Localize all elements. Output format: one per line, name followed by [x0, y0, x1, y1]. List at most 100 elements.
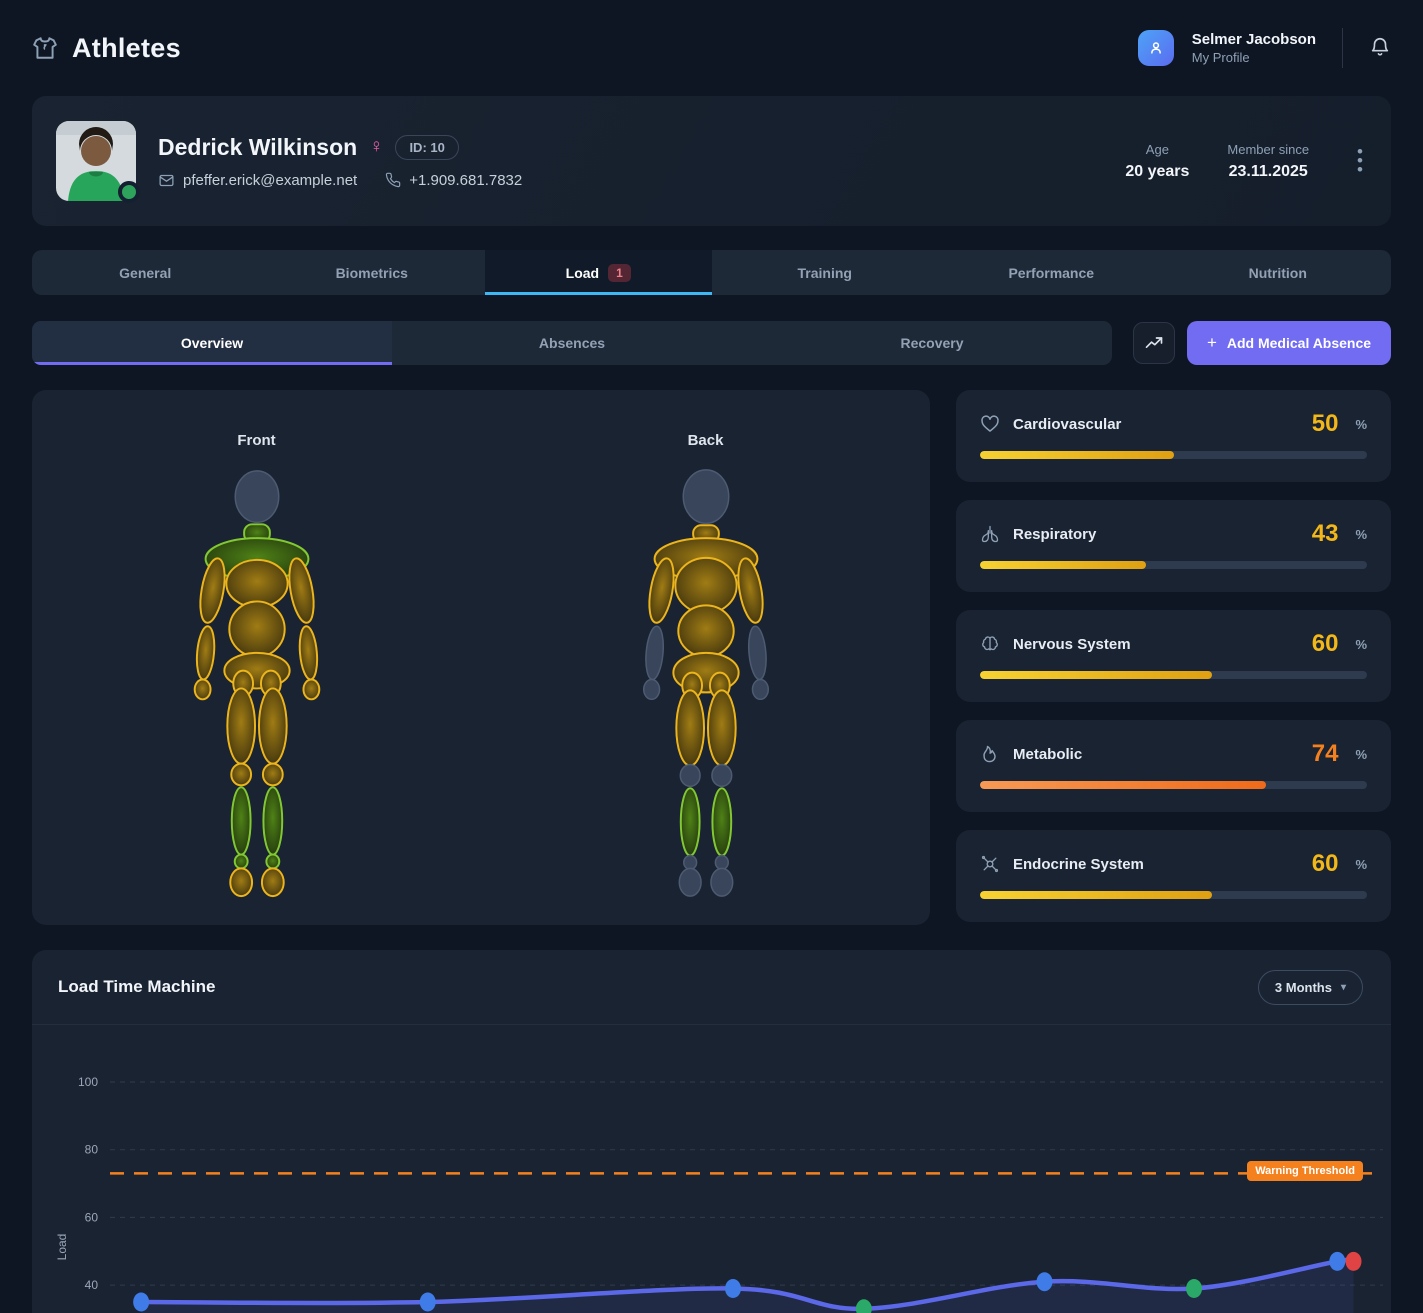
svg-text:60: 60 [85, 1210, 99, 1224]
athlete-stats: Age 20 years Member since 23.11.2025 ••• [1125, 142, 1363, 181]
add-medical-absence-button[interactable]: + Add Medical Absence [1187, 321, 1391, 365]
age-value: 20 years [1125, 163, 1189, 181]
front-torso [224, 560, 289, 696]
subtab-absences[interactable]: Absences [392, 321, 752, 365]
notifications-button[interactable] [1369, 36, 1391, 61]
athlete-photo [56, 121, 136, 201]
progress-track [980, 671, 1367, 679]
progress-track [980, 781, 1367, 789]
bell-icon [1369, 36, 1391, 58]
tab-load[interactable]: Load 1 [485, 250, 712, 295]
envelope-icon [158, 172, 175, 189]
back-head [683, 470, 728, 523]
athlete-name: Dedrick Wilkinson [158, 134, 357, 161]
athlete-info: Dedrick Wilkinson ♀ ID: 10 pfeffer.erick… [158, 134, 1103, 189]
tab-training[interactable]: Training [712, 250, 939, 295]
tab-performance[interactable]: Performance [938, 250, 1165, 295]
subtab-recovery[interactable]: Recovery [752, 321, 1112, 365]
athlete-email-text: pfeffer.erick@example.net [183, 172, 357, 189]
system-unit: % [1355, 637, 1367, 652]
system-unit: % [1355, 527, 1367, 542]
member-since-value: 23.11.2025 [1227, 163, 1309, 181]
user-box: Selmer Jacobson My Profile [1138, 28, 1391, 68]
metabolic-card: Metabolic 74 % [956, 720, 1391, 812]
athlete-email[interactable]: pfeffer.erick@example.net [158, 172, 357, 189]
system-value: 50 [1312, 410, 1339, 438]
system-value: 60 [1312, 850, 1339, 878]
page-title: Athletes [72, 33, 181, 64]
respiratory-card: Respiratory 43 % [956, 500, 1391, 592]
svg-text:40: 40 [85, 1278, 99, 1292]
jersey-icon [32, 35, 58, 61]
progress-track [980, 891, 1367, 899]
body-map-panel: Front [32, 390, 930, 925]
front-legs [227, 688, 286, 896]
load-time-machine-panel: Load Time Machine 3 Months ▾ 100 80 60 40 Lo… [32, 950, 1391, 1313]
system-label: Cardiovascular [1013, 416, 1299, 433]
flame-icon [980, 744, 1000, 764]
user-meta[interactable]: Selmer Jacobson My Profile [1192, 31, 1316, 65]
range-selector[interactable]: 3 Months ▾ [1258, 970, 1363, 1005]
athlete-id-badge: ID: 10 [395, 135, 458, 160]
trending-up-icon [1144, 333, 1164, 353]
divider [1342, 28, 1343, 68]
back-torso [673, 558, 738, 698]
system-label: Nervous System [1013, 636, 1299, 653]
athlete-menu-button[interactable]: ••• [1357, 146, 1363, 176]
tab-nutrition[interactable]: Nutrition [1165, 250, 1392, 295]
app-brand: Athletes [32, 33, 181, 64]
user-name: Selmer Jacobson [1192, 31, 1316, 48]
nervous-system-card: Nervous System 60 % [956, 610, 1391, 702]
member-since-label: Member since [1227, 142, 1309, 157]
progress-track [980, 561, 1367, 569]
system-label: Metabolic [1013, 746, 1299, 763]
user-role: My Profile [1192, 50, 1316, 65]
front-head [235, 471, 279, 522]
system-value: 43 [1312, 520, 1339, 548]
atom-icon [980, 854, 1000, 874]
load-chart[interactable]: 100 80 60 40 Load Warning Threshold [32, 1025, 1391, 1313]
athletes-page: Athletes Selmer Jacobson My Profile [0, 0, 1423, 1313]
system-unit: % [1355, 857, 1367, 872]
body-map-front[interactable] [157, 463, 357, 903]
system-label: Respiratory [1013, 526, 1299, 543]
body-map-back[interactable] [606, 463, 806, 903]
svg-text:100: 100 [78, 1075, 98, 1089]
load-panel-title: Load Time Machine [58, 977, 215, 997]
system-value: 60 [1312, 630, 1339, 658]
svg-text:Load: Load [55, 1234, 69, 1261]
system-unit: % [1355, 417, 1367, 432]
back-legs [676, 690, 735, 896]
system-label: Endocrine System [1013, 856, 1299, 873]
cardiovascular-card: Cardiovascular 50 % [956, 390, 1391, 482]
systems-column: Cardiovascular 50 % Respiratory 43 % [956, 390, 1391, 925]
sub-tab-row: Overview Absences Recovery + Add Medical… [32, 321, 1391, 365]
athlete-card: Dedrick Wilkinson ♀ ID: 10 pfeffer.erick… [32, 96, 1391, 226]
brain-icon [980, 634, 1000, 654]
phone-icon [385, 172, 401, 188]
subtab-overview[interactable]: Overview [32, 321, 392, 365]
online-status-dot [118, 181, 140, 203]
user-avatar[interactable] [1138, 30, 1174, 66]
female-icon: ♀ [369, 136, 383, 158]
sub-tab-bar: Overview Absences Recovery [32, 321, 1112, 365]
progress-fill [980, 671, 1212, 679]
athlete-phone[interactable]: +1.909.681.7832 [385, 172, 522, 189]
tab-general[interactable]: General [32, 250, 259, 295]
progress-fill [980, 561, 1146, 569]
back-label: Back [688, 432, 724, 449]
load-tab-badge: 1 [608, 264, 631, 282]
chevron-down-icon: ▾ [1341, 982, 1346, 993]
trend-chart-button[interactable] [1133, 322, 1175, 364]
endocrine-system-card: Endocrine System 60 % [956, 830, 1391, 922]
member-since-stat: Member since 23.11.2025 [1227, 142, 1309, 181]
progress-fill [980, 891, 1212, 899]
person-icon [1147, 39, 1165, 57]
tab-biometrics[interactable]: Biometrics [259, 250, 486, 295]
svg-text:80: 80 [85, 1143, 99, 1157]
progress-track [980, 451, 1367, 459]
warning-threshold-badge: Warning Threshold [1247, 1161, 1363, 1181]
heart-icon [980, 414, 1000, 434]
plus-icon: + [1207, 333, 1217, 353]
progress-fill [980, 781, 1266, 789]
